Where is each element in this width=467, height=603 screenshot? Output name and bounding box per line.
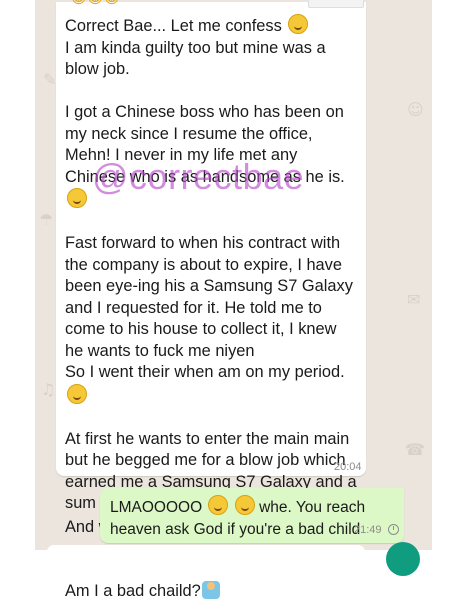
message-line: Correct Bae... Let me confess	[65, 17, 282, 35]
outgoing-message-time: 21:49	[354, 524, 382, 536]
grinning-emoji-icon	[67, 383, 87, 404]
wallpaper-doodle-icon: ✉	[407, 290, 421, 309]
clock-icon	[388, 524, 399, 535]
wallpaper-doodle-icon: ☎	[405, 440, 425, 459]
message-line: So I went their when am on my period.	[65, 363, 345, 381]
laughing-emoji-row: 😂😂😂	[70, 0, 121, 7]
wallpaper-doodle-icon: ✎	[43, 70, 57, 89]
incoming-message-time: 20:04	[334, 461, 362, 473]
smiling-emoji-icon	[288, 14, 309, 34]
wallpaper-doodle-icon: ♫	[41, 380, 56, 399]
message-line: I am kinda guilty too but mine was a blo…	[65, 38, 331, 79]
previous-message-fragment: 😂😂😂	[56, 0, 366, 10]
message-line: Fast forward to when his contract with t…	[65, 234, 358, 360]
send-button[interactable]	[386, 542, 420, 576]
laughing-emoji-icon	[208, 495, 229, 515]
party-face-emoji-icon	[67, 188, 87, 208]
message-input-bar[interactable]	[47, 545, 365, 559]
image-thumbnail[interactable]	[308, 0, 364, 8]
laughing-emoji-icon	[234, 495, 255, 515]
wallpaper-doodle-icon: ☺	[407, 100, 424, 119]
wallpaper-doodle-icon: ☂	[39, 210, 54, 229]
shrug-emoji-icon	[201, 581, 220, 599]
outgoing-text-start: LMAOOOOO	[110, 499, 203, 516]
message-line: Am I a bad chaild?	[65, 582, 201, 600]
watermark: @correctbae	[92, 156, 305, 197]
